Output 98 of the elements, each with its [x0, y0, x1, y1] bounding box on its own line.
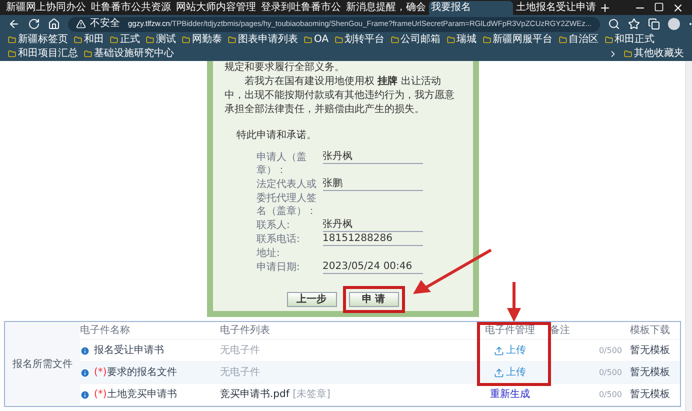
template-status: 暂无模板 [630, 366, 671, 380]
browser-tab[interactable]: 土地报名受让申请 [514, 1, 598, 15]
collections-icon[interactable] [648, 18, 660, 30]
reload-icon[interactable] [28, 18, 40, 30]
field-value: 18151288286 [322, 233, 422, 246]
file-row[interactable]: (*)要求的报名文件 无电子件 上传 0/500 暂无模板 [80, 362, 680, 384]
remark-counter: 0/500 [598, 366, 623, 378]
folder-icon [624, 50, 632, 58]
bookmark[interactable]: 和田 [74, 34, 104, 46]
remark-counter: 0/500 [598, 388, 623, 400]
upload-button[interactable]: 上传 [494, 343, 526, 358]
bookmark[interactable]: 其他收藏夹 [624, 48, 684, 60]
new-tab-icon[interactable] [599, 2, 611, 14]
column-header: 电子件名称 [80, 324, 131, 338]
warning-icon [76, 19, 86, 29]
folder-icon [84, 50, 92, 58]
field-label: 联系电话: [256, 233, 301, 246]
browser-tab[interactable]: 新疆网上协同办公 [4, 1, 88, 15]
bookmark[interactable]: 和田项目汇总 [8, 48, 78, 60]
bookmark[interactable]: 和田正式 [604, 34, 655, 46]
folder-icon [8, 50, 16, 58]
home-icon[interactable] [48, 18, 60, 30]
remark-counter: 0/500 [598, 344, 623, 356]
field-value: 张丹枫 [322, 151, 422, 164]
field-label: 联系人: [256, 219, 291, 232]
form-button[interactable]: 申 请 [348, 292, 398, 307]
browser-tab[interactable]: 网站大师内容管理 [174, 1, 258, 15]
folder-icon [558, 36, 567, 44]
profile-avatar[interactable] [668, 18, 680, 30]
folder-icon [604, 36, 613, 44]
field-label: 法定代表人或 [256, 178, 318, 191]
column-header: 电子件列表 [220, 324, 271, 338]
field-label: 申请日期: [256, 261, 301, 274]
column-header: 电子件管理 [484, 324, 536, 338]
close-icon[interactable] [672, 2, 684, 14]
folder-icon [334, 36, 343, 44]
back-icon[interactable] [8, 18, 20, 30]
browser-tab[interactable]: 吐鲁番市公共资源 [89, 1, 173, 15]
field-value: 2023/05/24 00:46 [322, 261, 422, 274]
template-status: 暂无模板 [630, 344, 671, 358]
field-value: 张丹枫 [322, 219, 422, 232]
upload-icon [494, 346, 504, 356]
bookmark[interactable]: 正式 [110, 34, 140, 46]
scrollbar[interactable] [685, 61, 692, 411]
info-icon [80, 390, 90, 400]
certificate-paragraph: 规定和要求履行全部义务。 [224, 61, 346, 75]
bookmark[interactable]: 基础设施研究中心 [84, 48, 174, 60]
file-list-cell-text: 无电子件 [220, 344, 261, 358]
field-value: 张鹏 [322, 178, 422, 191]
form-button[interactable]: 上一步 [286, 292, 336, 307]
file-name: (*)土地竞买申请书 [94, 388, 177, 402]
folder-icon [482, 36, 491, 44]
section-label: 报名所需文件 [5, 322, 80, 406]
favorite-icon[interactable] [628, 18, 640, 30]
folder-icon [8, 36, 16, 44]
template-status: 暂无模板 [630, 388, 671, 402]
folder-icon [390, 36, 399, 44]
column-header: 模板下载 [630, 324, 671, 338]
column-header: 备注 [550, 324, 571, 338]
folder-icon [146, 36, 154, 44]
folder-icon [446, 36, 455, 44]
maximize-icon[interactable] [654, 2, 664, 12]
search-icon[interactable] [608, 18, 620, 30]
security-label: 不安全 [90, 19, 120, 29]
folder-icon [228, 36, 236, 44]
browser-tab[interactable]: 新消息提醒，确会 [344, 1, 428, 15]
bookmark[interactable]: 自治区 [558, 34, 599, 46]
bookmark[interactable]: 网勤泰 [182, 34, 222, 46]
certificate-paragraph: 若我方在国有建设用地使用权 挂牌 出让活动中，出现不能按期付款或有其他违约行为，我方愿意承担全部法律责任，并赔偿由此产生的损失。 [224, 75, 456, 117]
file-row[interactable]: (*)土地竞买申请书 竞买申请书.pdf [未签章] 重新生成 0/500 暂无模板 [80, 384, 680, 406]
field-label: 委托代理人签名（盖章）： [256, 192, 318, 218]
file-list-cell-text: 无电子件 [220, 366, 261, 380]
bookmark[interactable]: OA [304, 34, 329, 46]
folder-icon [110, 36, 118, 44]
info-icon [80, 368, 90, 378]
bookmark[interactable]: 划转平台 [334, 34, 385, 46]
upload-icon [494, 368, 504, 378]
bookmark[interactable]: 瑞城 [446, 34, 477, 46]
bookmark[interactable]: 新疆标签页 [8, 34, 68, 46]
bookmark[interactable]: 图表申请列表 [228, 34, 298, 46]
file-name: (*)要求的报名文件 [94, 366, 177, 380]
regenerate-link[interactable]: 重新生成 [490, 387, 530, 402]
browser-tab[interactable]: 我要报名 [429, 1, 513, 15]
bookmark[interactable]: 测试 [146, 34, 176, 46]
field-label: 地址: [256, 247, 281, 260]
field-label: 申请人（盖章）： [256, 151, 308, 177]
file-name: 报名受让申请书 [94, 344, 164, 358]
info-icon [80, 346, 90, 356]
folder-icon [74, 36, 82, 44]
folder-icon [304, 36, 312, 44]
browser-tab[interactable]: 登录到吐鲁番市公 [259, 1, 343, 15]
closing-text: 特此申请和承诺。 [236, 129, 318, 143]
bookmark[interactable]: 公司邮箱 [390, 34, 441, 46]
file-list-cell-text: 竞买申请书.pdf [未签章] [220, 388, 332, 402]
annotation-box [342, 286, 404, 313]
folder-icon [182, 36, 190, 44]
annotation-arrow [506, 282, 522, 322]
bookmark[interactable]: 新疆网服平台 [482, 34, 553, 46]
